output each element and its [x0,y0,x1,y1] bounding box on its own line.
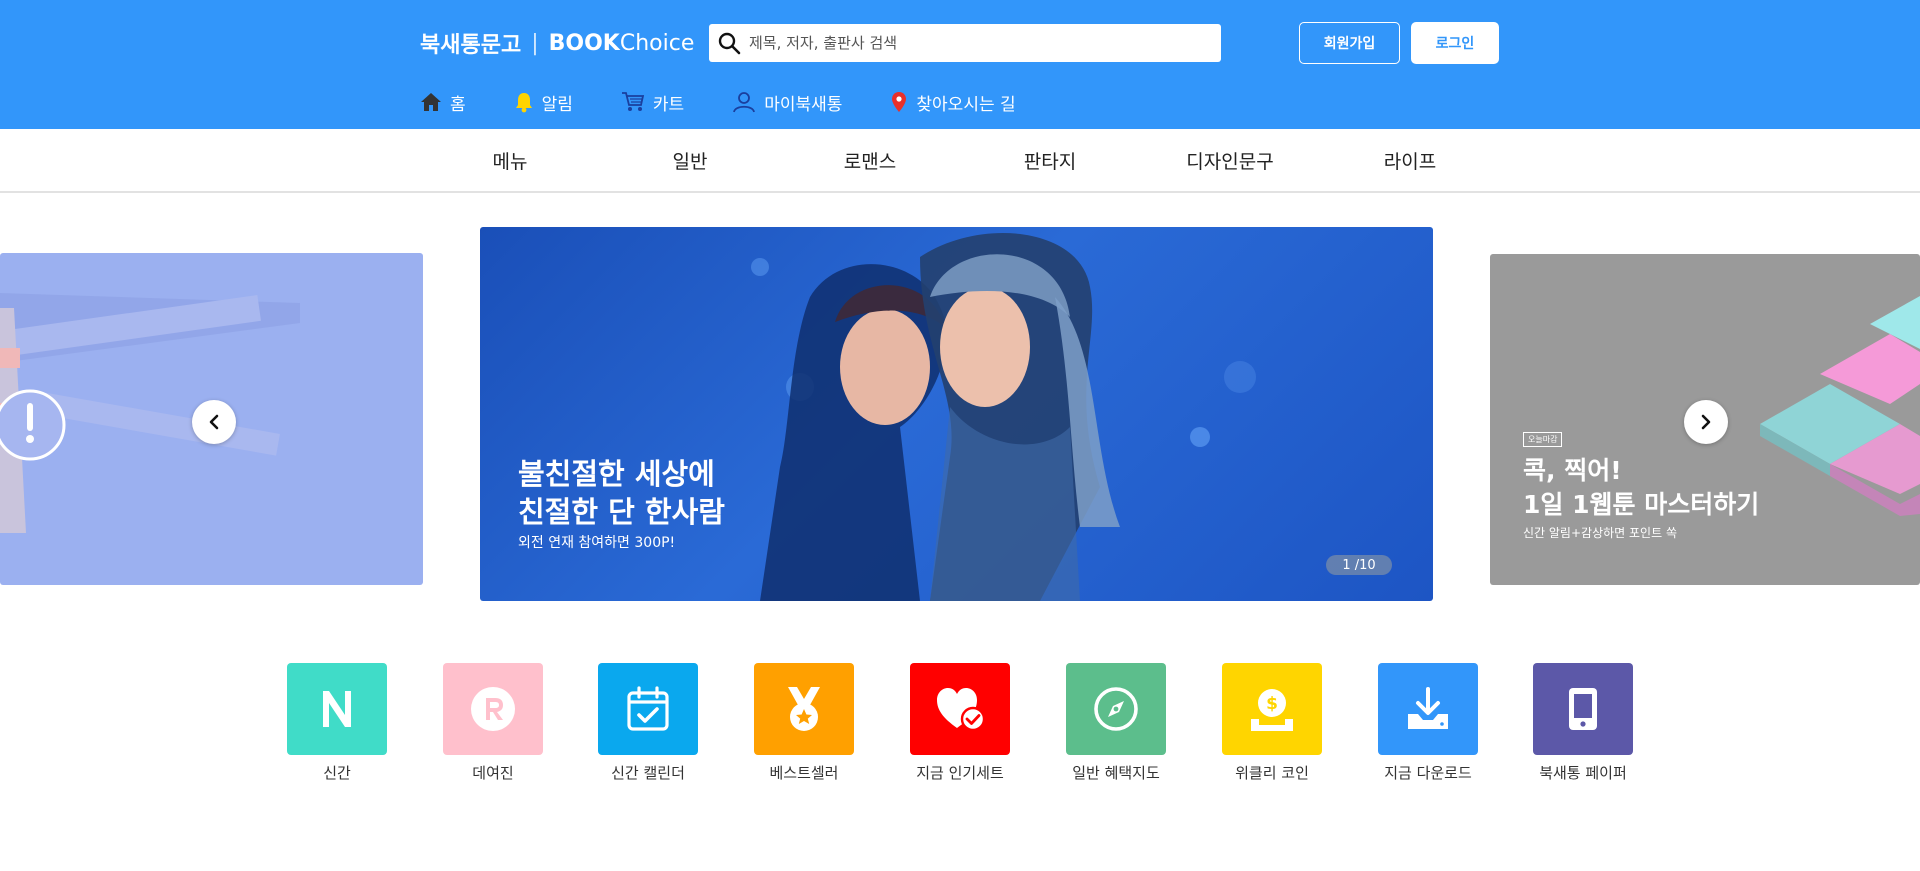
category-bar: 메뉴 일반 로맨스 판타지 디자인문구 라이프 [0,129,1920,193]
category-menu[interactable]: 메뉴 [480,129,540,191]
quick-menu-new[interactable]: 신간 [287,663,387,783]
top-nav: 홈 알림 카트 마이북새통 찾아오시는 길 [420,88,1016,116]
right-slide-title-line1: 콕, 찍어! [1523,456,1622,485]
nav-cart[interactable]: 카트 [621,90,684,115]
chevron-right-icon [1701,414,1711,430]
carousel-prev-button[interactable] [192,400,236,444]
compass-icon [1094,687,1138,731]
nav-alarm[interactable]: 알림 [514,90,573,115]
logo-separator: | [531,30,539,56]
quick-menu-tile [1378,663,1478,755]
nav-home[interactable]: 홈 [420,90,466,115]
nav-cart-label: 카트 [652,94,685,115]
nav-mypage[interactable]: 마이북새통 [732,90,842,115]
quick-menu-bestseller[interactable]: 베스트셀러 [754,663,854,783]
quick-menu-paper[interactable]: 북새통 페이퍼 [1533,663,1633,783]
search-box [709,24,1221,62]
location-pin-icon [892,92,907,112]
quick-menu-rental[interactable]: 데여진 [443,663,543,783]
home-icon [421,93,441,111]
quick-menu-label: 지금 다운로드 [1384,764,1472,782]
category-fantasy[interactable]: 판타지 [1010,129,1090,191]
header: 북새통문고 | BOOKChoice 회원가입 로그인 홈 알림 카트 마이북새… [0,0,1920,129]
heart-check-icon [937,688,985,732]
quick-menu-tile [1533,663,1633,755]
quick-menu-label: 신간 캘린더 [611,764,685,782]
right-slide-subtitle: 신간 알림+감상하면 포인트 쏙 [1523,526,1677,540]
tablet-icon [1569,688,1597,730]
right-slide-title: 콕, 찍어! 1일 1웹툰 마스터하기 [1523,454,1759,522]
quick-menu-label: 데여진 [472,764,514,782]
center-slide-title-line2: 친절한 단 한사람 [518,495,725,529]
quick-menu-download[interactable]: 지금 다운로드 [1378,663,1478,783]
nav-home-label: 홈 [450,94,466,115]
quick-menu-weekly-coin[interactable]: $ 위클리 코인 [1222,663,1322,783]
right-slide-title-line2: 1일 1웹툰 마스터하기 [1523,490,1760,519]
category-romance[interactable]: 로맨스 [830,129,910,191]
category-design-stationery[interactable]: 디자인문구 [1175,129,1285,191]
logo-book: BOOK [548,30,620,56]
quick-menu-tile [598,663,698,755]
login-button[interactable]: 로그인 [1411,22,1499,64]
svg-text:$: $ [1266,694,1278,714]
quick-menu-new-calendar[interactable]: 신간 캘린더 [598,663,698,783]
quick-menu-label: 북새통 페이퍼 [1539,764,1627,782]
carousel-pager: 1 /10 [1326,555,1392,575]
r-circle-icon [471,687,515,731]
quick-menu-tile [910,663,1010,755]
cart-icon [621,92,645,111]
user-icon [733,92,756,113]
coin-icon: $ [1251,689,1293,731]
nav-alarm-label: 알림 [541,94,573,115]
bell-icon [515,93,532,113]
join-button[interactable]: 회원가입 [1299,22,1400,64]
quick-menu-benefit-map[interactable]: 일반 혜택지도 [1066,663,1166,783]
quick-menu-popular-set[interactable]: 지금 인기세트 [910,663,1010,783]
center-slide-title: 불친절한 세상에 친절한 단 한사람 [518,455,725,531]
nav-directions-label: 찾아오시는 길 [916,94,1016,115]
quick-menu-tile [443,663,543,755]
center-slide-subtitle: 외전 연재 참여하면 300P! [518,535,676,551]
quick-menu-tile: $ [1222,663,1322,755]
logo-choice: Choice [619,30,695,56]
nav-mypage-label: 마이북새통 [764,94,843,115]
chevron-left-icon [209,414,219,430]
logo-korean: 북새통문고 [420,33,522,58]
center-slide-title-line1: 불친절한 세상에 [518,457,715,491]
search-icon[interactable] [717,31,741,55]
carousel-next-button[interactable] [1684,400,1728,444]
n-letter-icon [323,691,351,727]
quick-menu-label: 일반 혜택지도 [1072,764,1160,782]
quick-menu-tile [287,663,387,755]
carousel-slide-current[interactable]: 불친절한 세상에 친절한 단 한사람 외전 연재 참여하면 300P! 1 /1… [480,227,1433,601]
search-input[interactable] [749,34,1209,52]
medal-icon [788,687,820,731]
site-logo[interactable]: 북새통문고 | BOOK Choice [420,28,695,59]
right-slide-badge: 오늘마감 [1523,432,1563,447]
nav-directions[interactable]: 찾아오시는 길 [890,90,1016,115]
calendar-check-icon [627,686,669,731]
category-general[interactable]: 일반 [660,129,720,191]
quick-menu-tile [1066,663,1166,755]
quick-menu-label: 신간 [323,764,351,782]
quick-menu-label: 위클리 코인 [1235,764,1309,782]
quick-menu-label: 지금 인기세트 [916,764,1004,782]
category-life[interactable]: 라이프 [1370,129,1450,191]
quick-menu-label: 베스트셀러 [769,764,839,782]
download-icon [1408,687,1448,729]
quick-menu-tile [754,663,854,755]
